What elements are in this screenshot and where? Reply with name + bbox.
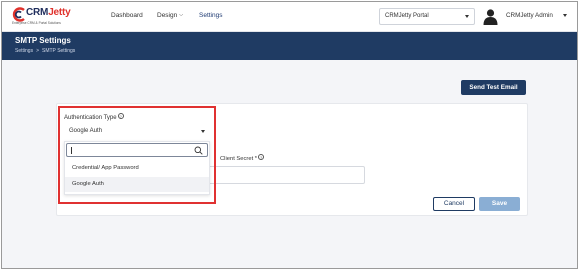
help-icon[interactable]: ? xyxy=(258,154,265,160)
logo-tagline: Enterprise CRM & Portal Solutions xyxy=(12,21,61,25)
chevron-down-icon: ⌵ xyxy=(179,12,184,18)
page-title: SMTP Settings xyxy=(15,36,71,45)
caret-down-icon xyxy=(465,15,469,18)
portal-select[interactable]: CRMJetty Portal xyxy=(379,8,475,25)
send-test-email-button[interactable]: Send Test Email xyxy=(461,80,526,95)
nav-item-dashboard[interactable]: Dashboard xyxy=(111,12,143,19)
breadcrumb-item-settings[interactable]: Settings xyxy=(15,48,33,54)
save-button[interactable]: Save xyxy=(479,197,520,211)
client-secret-input[interactable] xyxy=(207,166,365,184)
breadcrumb: Settings > SMTP Settings xyxy=(15,48,75,54)
breadcrumb-separator: > xyxy=(36,48,39,54)
page-header: SMTP Settings Settings > SMTP Settings xyxy=(2,32,577,60)
breadcrumb-item-current: SMTP Settings xyxy=(42,48,76,54)
nav-item-settings[interactable]: Settings xyxy=(199,12,223,19)
client-secret-label: Client Secret *? xyxy=(220,154,265,162)
app-window: CRMJetty Enterprise CRM & Portal Solutio… xyxy=(1,1,578,269)
crmjetty-logo[interactable]: CRMJetty Enterprise CRM & Portal Solutio… xyxy=(11,6,81,28)
logo-wordmark: CRMJetty xyxy=(26,7,71,18)
cancel-button[interactable]: Cancel xyxy=(433,197,475,211)
user-menu-caret-icon[interactable] xyxy=(563,14,567,17)
top-navbar: CRMJetty Enterprise CRM & Portal Solutio… xyxy=(2,2,577,32)
user-avatar-icon[interactable] xyxy=(482,8,499,25)
annotation-highlight-box xyxy=(58,106,216,204)
nav-item-design[interactable]: Design ⌵ xyxy=(157,12,183,19)
user-menu-name[interactable]: CRMJetty Admin xyxy=(506,12,553,19)
portal-select-value: CRMJetty Portal xyxy=(385,13,429,19)
